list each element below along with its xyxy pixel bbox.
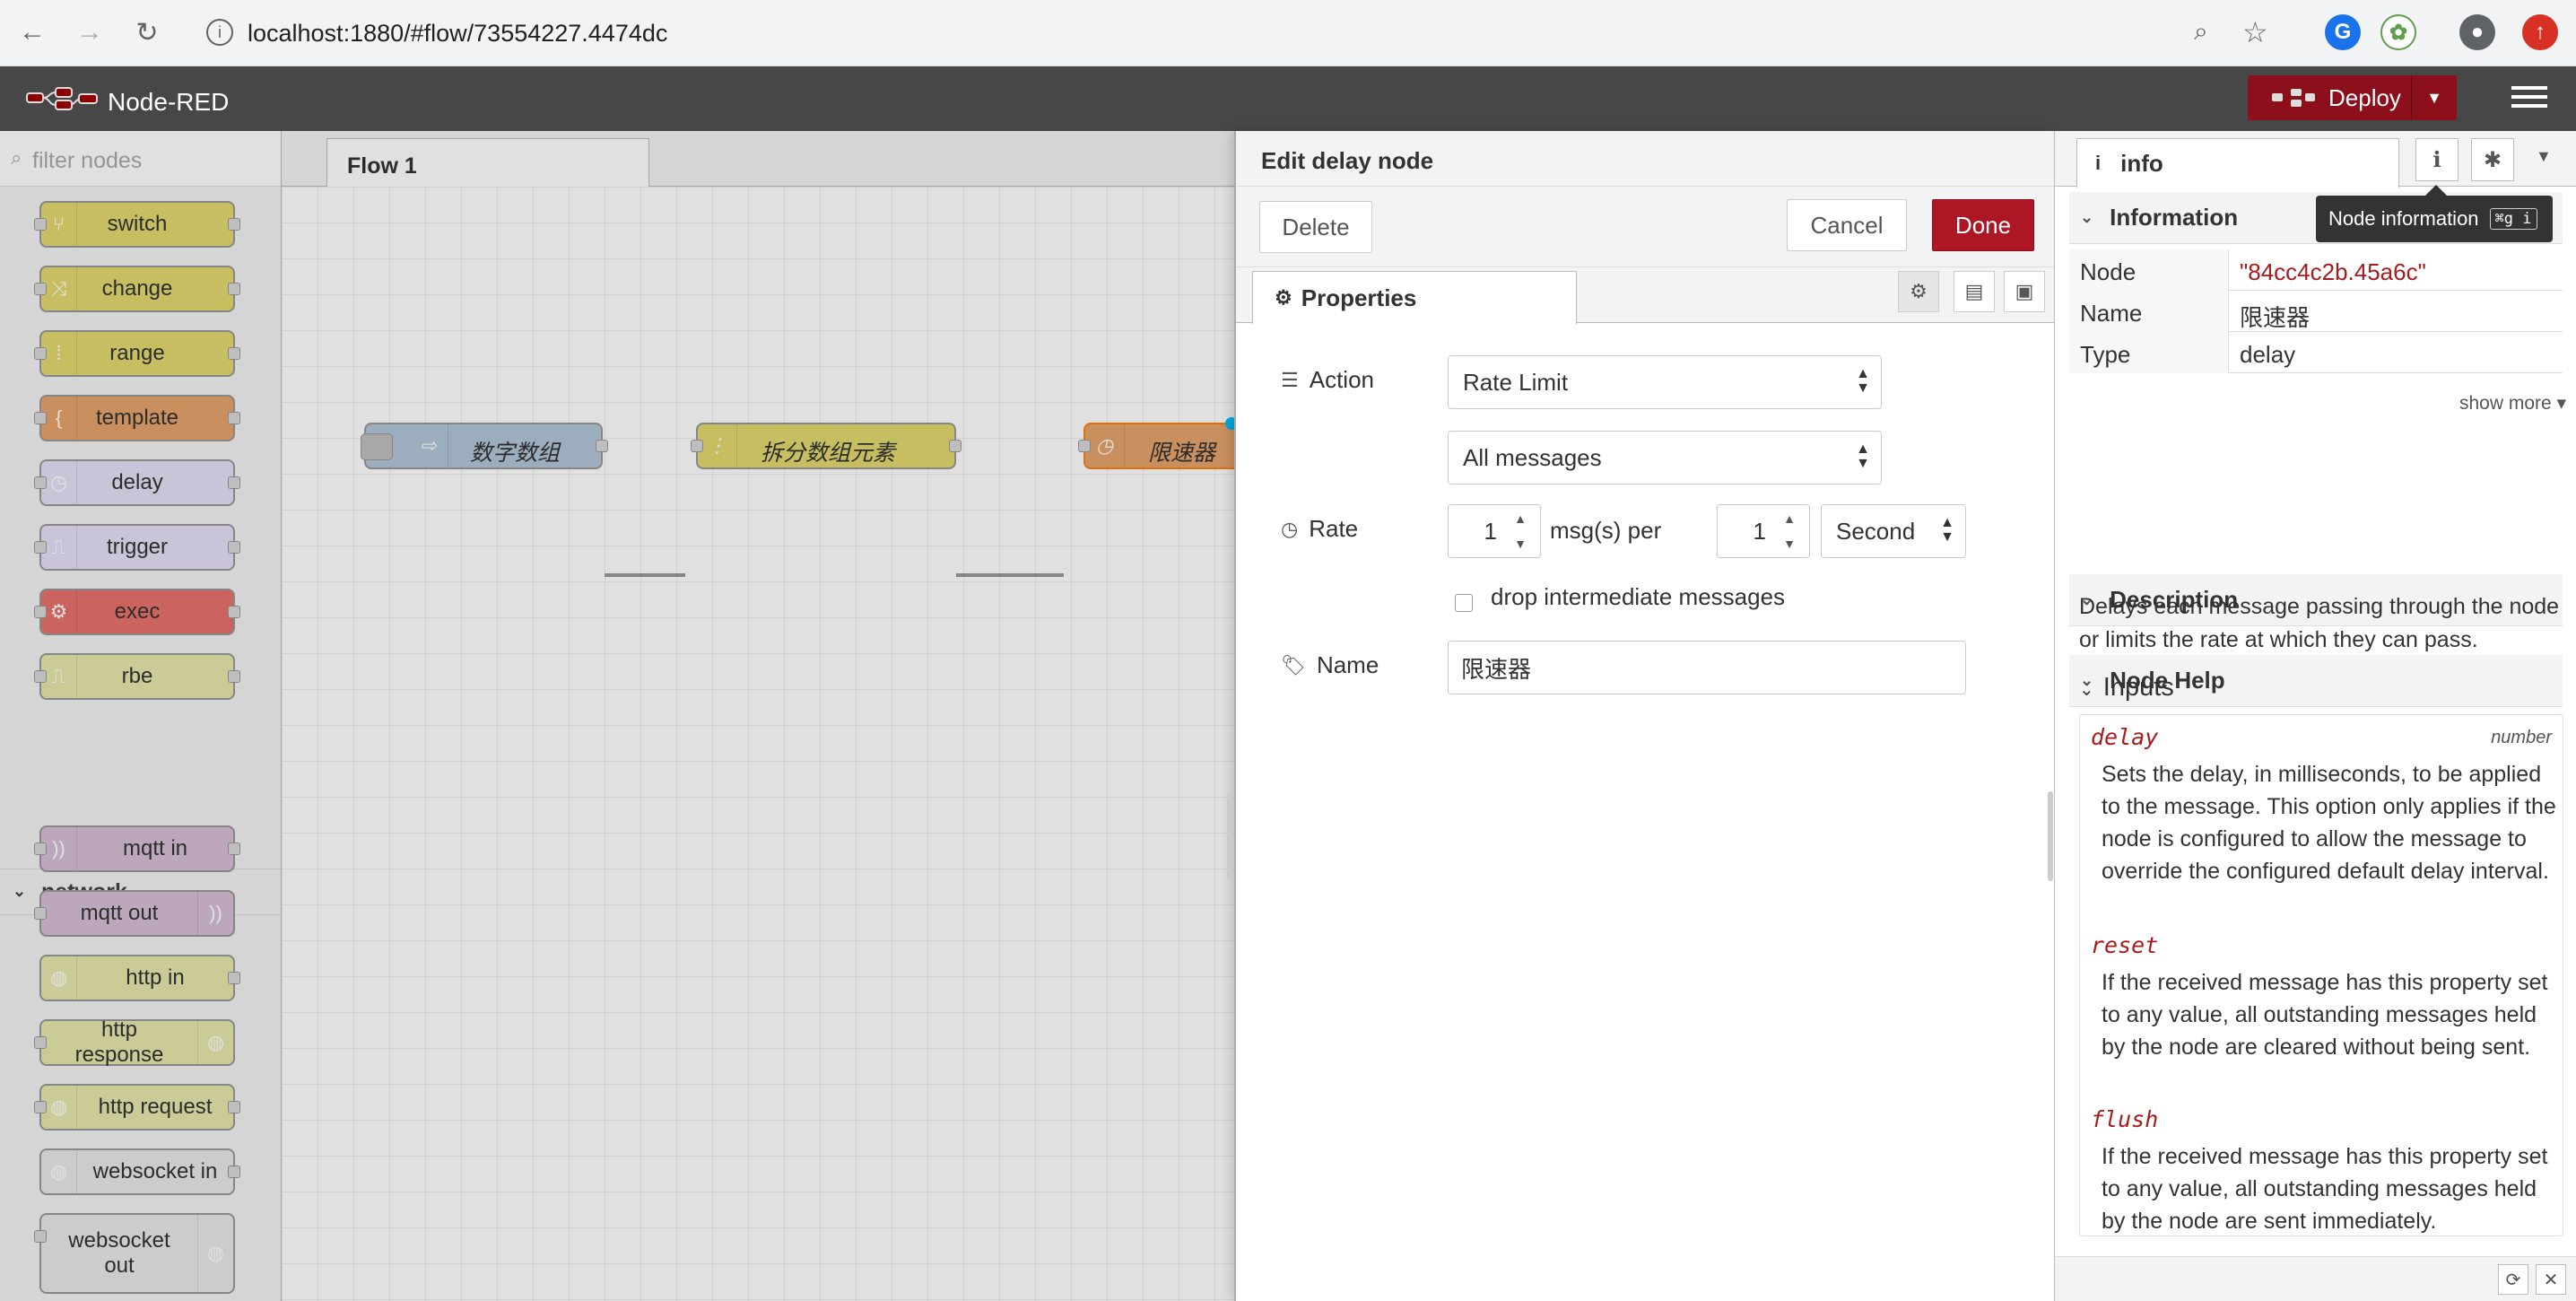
info-row-name: Name 限速器 [2069,291,2563,332]
cancel-button[interactable]: Cancel [1787,199,1907,251]
rate-spinner[interactable]: 1 ▲ ▼ [1448,504,1541,558]
reload-icon[interactable]: ↻ [127,13,167,52]
sidebar-resize-handle[interactable] [2048,791,2053,881]
appearance-icon[interactable]: ▣ [2004,271,2045,312]
tag-icon: 🏷 [1281,653,1306,677]
browser-toolbar: ← → ↻ i localhost:1880/#flow/73554227.44… [0,0,2576,66]
property-description: Sets the delay, in milliseconds, to be a… [2102,762,2556,884]
info-row-type: Type delay [2069,332,2563,373]
chevron-down-icon: ⌄ [2079,680,2094,700]
rate-label: ◷ Rate [1281,515,1359,542]
back-icon[interactable]: ← [13,13,52,52]
spinner-up-icon[interactable]: ▲ [1504,507,1536,530]
clock-icon: ◷ [1281,517,1299,540]
profile-avatar-icon[interactable]: ● [2459,14,2495,50]
property-description: If the received message has this propert… [2102,970,2548,1060]
tab-label: Properties [1301,284,1417,311]
list-icon: ☰ [1281,368,1299,391]
inputs-property-list: delay number Sets the delay, in millisec… [2079,714,2563,1236]
app-header [0,66,2576,131]
keyboard-shortcut: ⌘g i [2489,208,2537,230]
spinner-down-icon[interactable]: ▼ [1773,532,1806,555]
main-menu-icon[interactable] [2511,81,2547,117]
rate-time-spinner[interactable]: 1 ▲ ▼ [1717,504,1810,558]
tooltip-arrow [2425,185,2447,196]
spinner-down-icon[interactable]: ▼ [1504,532,1536,555]
sidebar-menu-caret-icon[interactable]: ▼ [2536,147,2552,166]
select-arrows-icon: ▲ ▼ [1940,515,1954,545]
sidebar-tabs: i info ℹ ✱ ▼ [2055,131,2576,188]
debug-bug-icon[interactable]: ✱ [2471,138,2514,181]
rate-unit-select[interactable]: Second ▲ ▼ [1821,504,1966,558]
property-type: number [2491,728,2552,747]
select-arrows-icon: ▲ ▼ [1856,366,1870,396]
tab-properties[interactable]: ⚙ Properties [1252,271,1577,324]
gear-icon: ⚙ [1275,286,1292,309]
done-button[interactable]: Done [1932,199,2034,251]
action-select[interactable]: Rate Limit ▲ ▼ [1448,355,1882,409]
property-description: If the received message has this propert… [2102,1144,2548,1234]
refresh-icon[interactable]: ⟳ [2498,1264,2528,1295]
property-name: delay [2091,724,2159,750]
info-icon[interactable]: i [206,19,233,46]
scope-select[interactable]: All messages ▲ ▼ [1448,431,1882,485]
node-help-text: Delays each message passing through the … [2079,594,2560,652]
property-name: flush [2091,1106,2159,1132]
inputs-heading: ⌄ Inputs [2079,673,2174,702]
deploy-options-caret-icon[interactable]: ▼ [2411,75,2457,120]
tab-info[interactable]: i info [2076,138,2399,188]
deploy-label: Deploy [2328,83,2401,111]
tray-resize-handle[interactable] [1227,791,1232,881]
show-more-link[interactable]: show more ▾ [2459,392,2566,415]
spinner-up-icon[interactable]: ▲ [1773,507,1806,530]
extension-icon[interactable]: G [2325,14,2361,50]
tray-title: Edit delay node [1261,147,1434,174]
name-input[interactable]: 限速器 [1448,641,1966,694]
description-icon[interactable]: ▤ [1954,271,1995,312]
chevron-down-icon: ⌄ [2080,208,2094,226]
drop-intermediate-label: drop intermediate messages [1491,583,1786,610]
bookmark-star-icon[interactable]: ☆ [2242,15,2268,49]
update-icon[interactable]: ↑ [2522,14,2558,50]
address-bar[interactable]: i localhost:1880/#flow/73554227.4474dc ⌕… [185,8,2275,58]
close-icon[interactable]: ✕ [2536,1264,2566,1295]
url-text: localhost:1880/#flow/73554227.4474dc [248,19,668,47]
tooltip: Node information ⌘g i [2316,196,2553,242]
tray-header: Edit delay node [1236,131,2056,187]
extension-leaf-icon[interactable]: ✿ [2380,14,2416,50]
select-arrows-icon: ▲ ▼ [1856,441,1870,471]
delete-button[interactable]: Delete [1259,201,1372,253]
info-tab-icon[interactable]: ℹ [2415,138,2459,181]
property-name: reset [2091,932,2159,958]
name-label: 🏷 Name [1281,651,1379,678]
drop-intermediate-checkbox[interactable] [1455,594,1473,612]
forward-icon[interactable]: → [70,13,109,52]
app-title: Node-RED [108,88,230,116]
modal-backdrop [0,131,1234,1301]
tray-toolbar: Delete Cancel Done [1236,187,2056,267]
editor-tray: Edit delay node Delete Cancel Done ⚙ Pro… [1227,131,2056,1301]
gear-icon[interactable]: ⚙ [1898,271,1939,312]
msgs-per-label: msg(s) per [1550,517,1662,544]
deploy-icon [2271,88,2316,108]
zoom-icon[interactable]: ⌕ [2194,17,2208,47]
info-row-node: Node "84cc4c2b.45a6c" [2069,249,2563,291]
info-icon: i [2095,152,2102,174]
action-label: ☰ Action [1281,366,1374,393]
sidebar-footer: ⟳ ✕ [2055,1256,2576,1301]
node-red-logo-icon [25,86,99,111]
